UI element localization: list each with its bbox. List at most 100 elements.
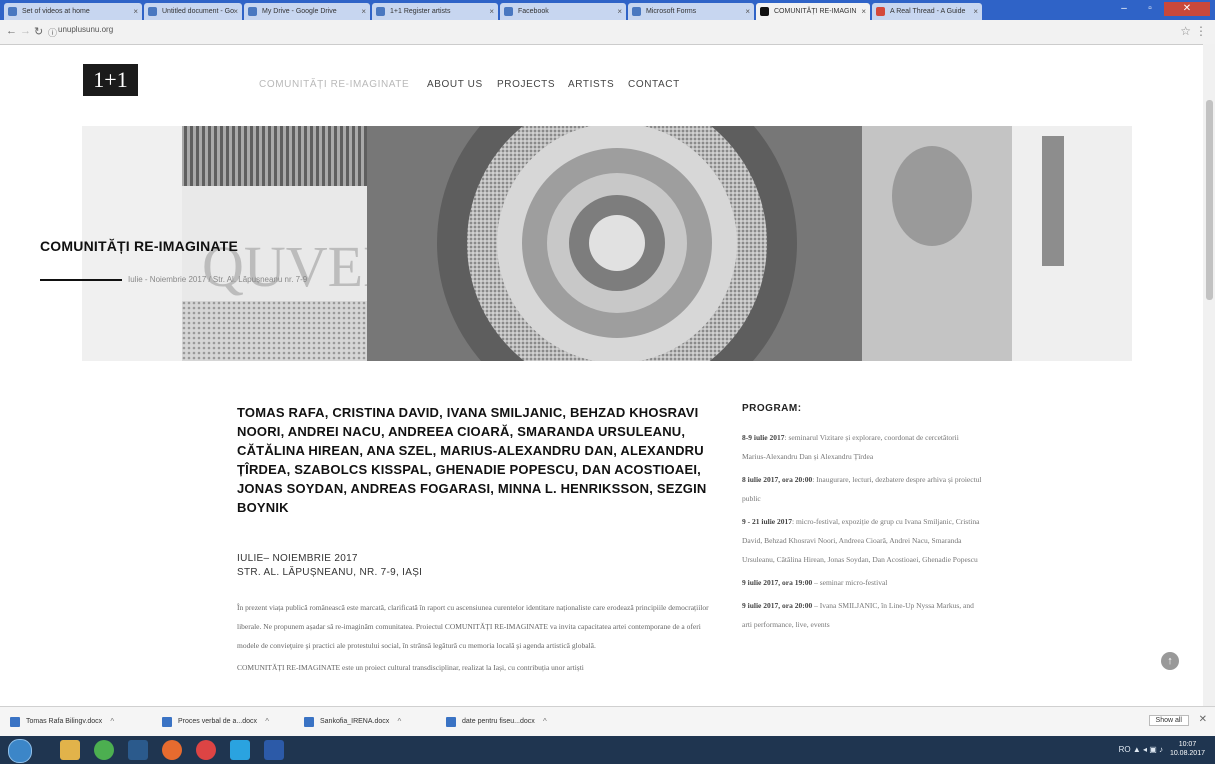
chevron-up-icon[interactable]: ^ <box>398 714 402 730</box>
info-icon[interactable]: ⓘ <box>48 26 57 39</box>
program-item: 9 iulie 2017, ora 19:00 – seminar micro-… <box>742 573 982 592</box>
program-item: 9 - 21 iulie 2017: micro-festival, expoz… <box>742 512 982 569</box>
close-icon[interactable]: × <box>973 3 978 20</box>
download-item[interactable]: Tomas Rafa Bilingv.docx ^ <box>8 714 114 730</box>
favicon-icon <box>876 7 885 16</box>
browser-tab[interactable]: Untitled document - Go × <box>144 3 242 20</box>
nav-item-about[interactable]: ABOUT US <box>427 79 483 90</box>
tab-label: A Real Thread - A Guide <box>890 8 966 15</box>
hero-title: COMUNITĂȚI RE-IMAGINATE <box>40 238 238 254</box>
download-label: Proces verbal de a...docx <box>178 718 257 725</box>
program-list: 8-9 iulie 2017: seminarul Vizitare și ex… <box>742 428 982 638</box>
os-taskbar: RO ▲ ◂ ▣ ♪ 10:07 10.08.2017 <box>0 736 1215 764</box>
browser-tab-active[interactable]: COMUNITĂȚI RE-IMAGIN × <box>756 3 870 20</box>
favicon-icon <box>148 7 157 16</box>
browser-tab[interactable]: Facebook × <box>500 3 626 20</box>
tab-label: 1+1 Register artists <box>390 8 451 15</box>
site-logo[interactable]: 1+1 <box>83 64 138 96</box>
close-icon[interactable]: × <box>133 3 138 20</box>
program-item: 9 iulie 2017, ora 20:00 – Ivana SMILJANI… <box>742 596 982 634</box>
clock-date: 10.08.2017 <box>1169 750 1205 757</box>
close-icon[interactable]: × <box>489 3 494 20</box>
download-label: Sankofia_IRENA.docx <box>320 718 390 725</box>
favicon-icon <box>632 7 641 16</box>
browser-tab[interactable]: 1+1 Register artists × <box>372 3 498 20</box>
description-paragraph-2: COMUNITĂȚI RE-IMAGINATE este un proiect … <box>237 663 584 672</box>
favicon-icon <box>248 7 257 16</box>
downloads-bar: Tomas Rafa Bilingv.docx ^ Proces verbal d… <box>0 706 1215 737</box>
browser-tab[interactable]: A Real Thread - A Guide × <box>872 3 982 20</box>
chrome-active-icon[interactable] <box>196 740 216 760</box>
favicon-icon <box>8 7 17 16</box>
arrow-left-icon[interactable]: ← <box>6 25 17 37</box>
word-icon[interactable] <box>264 740 284 760</box>
close-icon[interactable]: ✕ <box>1199 714 1207 725</box>
system-clock[interactable]: 10:07 10.08.2017 <box>1170 740 1205 758</box>
chevron-up-icon[interactable]: ^ <box>110 714 114 730</box>
collage-graphic: QUVEN <box>82 126 1132 361</box>
show-all-downloads-button[interactable]: Show all <box>1148 715 1189 726</box>
skype-icon[interactable] <box>230 740 250 760</box>
browser-tab[interactable]: Set of videos at home × <box>4 3 142 20</box>
download-label: Tomas Rafa Bilingv.docx <box>26 718 103 725</box>
favicon-icon <box>504 7 513 16</box>
start-button[interactable] <box>8 739 32 763</box>
close-icon[interactable]: × <box>361 3 366 20</box>
program-text: – seminar micro-festival <box>812 578 888 587</box>
url-input[interactable]: unuplusunu.org <box>58 25 113 34</box>
bookmark-star-icon[interactable]: ☆ <box>1180 24 1191 38</box>
program-date: 9 - 21 iulie 2017 <box>742 517 792 526</box>
tab-label: COMUNITĂȚI RE-IMAGIN <box>774 8 857 15</box>
close-icon[interactable]: × <box>617 3 622 20</box>
close-icon[interactable]: × <box>233 3 238 20</box>
reload-icon[interactable]: ↻ <box>34 25 43 38</box>
clock-time: 10:07 <box>1178 741 1197 748</box>
program-date: 9 iulie 2017, ora 19:00 <box>742 578 813 587</box>
chevron-up-icon[interactable]: ^ <box>543 714 547 730</box>
tab-label: Untitled document - Go <box>162 8 234 15</box>
chevron-up-icon[interactable]: ^ <box>265 714 269 730</box>
address-bar: ← → ↻ ⓘ unuplusunu.org ☆ ⋮ <box>0 20 1215 45</box>
tab-label: Microsoft Forms <box>646 8 697 15</box>
description-paragraph: În prezent viața publică românească este… <box>237 603 709 650</box>
browser-tab[interactable]: My Drive - Google Drive × <box>244 3 370 20</box>
browser-tab-bar: Set of videos at home × Untitled document… <box>0 0 1215 20</box>
program-date: 8 iulie 2017, ora 20:00 <box>742 475 813 484</box>
browser-tab[interactable]: Microsoft Forms × <box>628 3 754 20</box>
download-item[interactable]: date pentru fiseu...docx ^ <box>444 714 547 730</box>
hero-divider <box>40 279 122 281</box>
program-item: 8-9 iulie 2017: seminarul Vizitare și ex… <box>742 428 982 466</box>
browser-menu-icon[interactable]: ⋮ <box>1195 24 1207 38</box>
program-item: 8 iulie 2017, ora 20:00: Inaugurare, lec… <box>742 470 982 508</box>
close-icon[interactable]: × <box>861 3 866 20</box>
chrome-icon[interactable] <box>94 740 114 760</box>
tab-label: Facebook <box>518 8 549 15</box>
page-scrollbar[interactable] <box>1203 44 1215 706</box>
download-item[interactable]: Sankofia_IRENA.docx ^ <box>302 714 401 730</box>
nav-item-comunitati[interactable]: COMUNITĂȚI RE-IMAGINATE <box>259 79 409 90</box>
favicon-icon <box>376 7 385 16</box>
close-window-button[interactable]: ✕ <box>1164 2 1210 16</box>
nav-item-contact[interactable]: CONTACT <box>628 79 680 90</box>
file-explorer-icon[interactable] <box>60 740 80 760</box>
maximize-button[interactable]: ▫ <box>1138 2 1162 16</box>
event-dates-line: IULIE– NOIEMBRIE 2017 <box>237 553 358 564</box>
photoshop-icon[interactable] <box>128 740 148 760</box>
minimize-button[interactable]: – <box>1112 2 1136 16</box>
firefox-icon[interactable] <box>162 740 182 760</box>
language-indicator[interactable]: RO <box>1119 745 1131 754</box>
download-item[interactable]: Proces verbal de a...docx ^ <box>160 714 269 730</box>
scrollbar-thumb[interactable] <box>1206 100 1213 300</box>
nav-item-artists[interactable]: ARTISTS <box>568 79 614 90</box>
program-date: 8-9 iulie 2017 <box>742 433 785 442</box>
arrow-right-icon[interactable]: → <box>20 25 31 37</box>
tab-label: Set of videos at home <box>22 8 90 15</box>
system-tray[interactable]: RO ▲ ◂ ▣ ♪ <box>1119 745 1163 754</box>
nav-item-projects[interactable]: PROJECTS <box>497 79 555 90</box>
back-to-top-button[interactable]: ↑ <box>1161 652 1179 670</box>
tab-label: My Drive - Google Drive <box>262 8 337 15</box>
word-doc-icon <box>10 717 20 727</box>
hero-meta: Iulie - Noiembrie 2017 / Str. Al. Lăpușn… <box>128 275 308 284</box>
close-icon[interactable]: × <box>745 3 750 20</box>
word-doc-icon <box>304 717 314 727</box>
